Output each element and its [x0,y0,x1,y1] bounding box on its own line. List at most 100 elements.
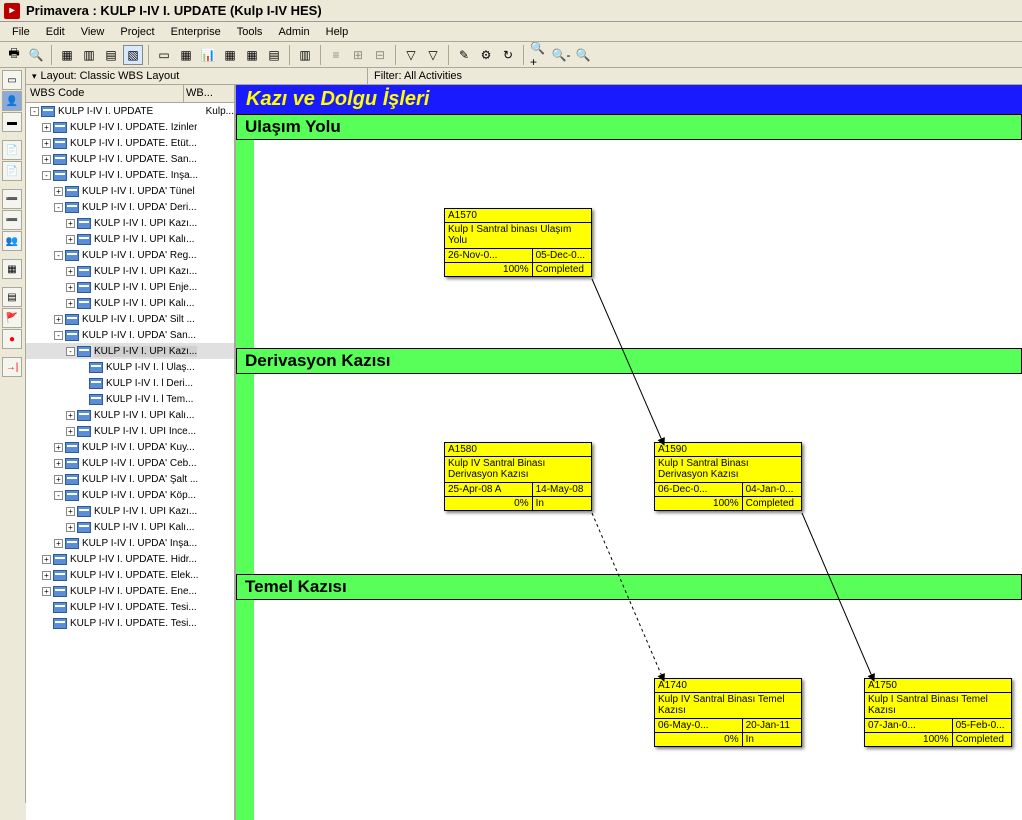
tree-row[interactable]: +KULP I-IV I. UPI Kalı... [26,407,234,423]
tree-row[interactable]: -KULP I-IV I. UPI Kazı... [26,343,234,359]
align3-icon[interactable]: ⊟ [370,45,390,65]
menu-file[interactable]: File [4,24,38,40]
expand-icon[interactable]: + [66,267,75,276]
tree-row[interactable]: +KULP I-IV I. UPI Kazı... [26,215,234,231]
layout3-icon[interactable]: ▤ [101,45,121,65]
tree-row[interactable]: +KULP I-IV I. UPDATE. Elek... [26,567,234,583]
tree-row[interactable]: +KULP I-IV I. UPDA' Şalt ... [26,471,234,487]
tree-row[interactable]: +KULP I-IV I. UPDA' Tünel [26,183,234,199]
tree-row[interactable]: -KULP I-IV I. UPDA' Reg... [26,247,234,263]
expand-icon[interactable]: + [66,283,75,292]
tree-row[interactable]: +KULP I-IV I. UPDATE. Ene... [26,583,234,599]
collapse-icon[interactable]: - [66,347,75,356]
tree-row[interactable]: KULP I-IV I. l Deri... [26,375,234,391]
side-btn-9[interactable]: ▦ [2,259,22,279]
activity-box[interactable]: A1590Kulp I Santral Binası Derivasyon Ka… [654,442,802,511]
expand-icon[interactable]: + [54,315,63,324]
network-diagram[interactable]: Kazı ve Dolgu İşleri Ulaşım YoluA1570Kul… [236,85,1022,820]
tree-row[interactable]: +KULP I-IV I. UPDATE. Hidr... [26,551,234,567]
tree-row[interactable]: KULP I-IV I. l Ulaş... [26,359,234,375]
tree-row[interactable]: +KULP I-IV I. UPI Kalı... [26,519,234,535]
layout2-icon[interactable]: ▥ [79,45,99,65]
filter-icon[interactable]: ▽ [401,45,421,65]
tree-row[interactable]: +KULP I-IV I. UPDATE. San... [26,151,234,167]
menu-admin[interactable]: Admin [270,24,317,40]
expand-icon[interactable]: + [54,459,63,468]
tree-row[interactable]: +KULP I-IV I. UPI Kalı... [26,231,234,247]
menu-tools[interactable]: Tools [229,24,271,40]
view3-icon[interactable]: ▦ [220,45,240,65]
view2-icon[interactable]: ▦ [176,45,196,65]
tool2-icon[interactable]: ⚙ [476,45,496,65]
layout4-icon[interactable]: ▧ [123,45,143,65]
view4-icon[interactable]: ▦ [242,45,262,65]
view5-icon[interactable]: ▤ [264,45,284,65]
expand-icon[interactable]: + [54,475,63,484]
chart-icon[interactable]: 📊 [198,45,218,65]
menu-project[interactable]: Project [112,24,162,40]
side-btn-1[interactable]: ▭ [2,70,22,90]
side-btn-2[interactable]: 👤 [2,91,22,111]
tree-row[interactable]: KULP I-IV I. UPDATE. Tesi... [26,599,234,615]
side-btn-5[interactable]: 📄 [2,161,22,181]
tree-row[interactable]: -KULP I-IV I. UPDA' Köp... [26,487,234,503]
activity-box[interactable]: A1580Kulp IV Santral Binası Derivasyon K… [444,442,592,511]
side-btn-8[interactable]: 👥 [2,231,22,251]
tree-row[interactable]: -KULP I-IV I. UPDA' Deri... [26,199,234,215]
expand-icon[interactable]: + [66,523,75,532]
side-btn-3[interactable]: ▬ [2,112,22,132]
menu-edit[interactable]: Edit [38,24,73,40]
tree-row[interactable]: +KULP I-IV I. UPDA' Silt ... [26,311,234,327]
view1-icon[interactable]: ▭ [154,45,174,65]
tree-row[interactable]: +KULP I-IV I. UPI Kazı... [26,503,234,519]
expand-icon[interactable]: + [42,139,51,148]
side-btn-10[interactable]: ▤ [2,287,22,307]
tool1-icon[interactable]: ✎ [454,45,474,65]
tree-row[interactable]: +KULP I-IV I. UPI Enje... [26,279,234,295]
expand-icon[interactable]: + [42,555,51,564]
expand-icon[interactable]: + [54,187,63,196]
tree-row[interactable]: +KULP I-IV I. UPDATE. İzinler [26,119,234,135]
layout1-icon[interactable]: ▦ [57,45,77,65]
collapse-icon[interactable]: - [30,107,39,116]
side-btn-6[interactable]: ➖ [2,189,22,209]
activity-box[interactable]: A1750Kulp I Santral Binası Temel Kazısı0… [864,678,1012,747]
side-btn-4[interactable]: 📄 [2,140,22,160]
side-btn-7[interactable]: ➖ [2,210,22,230]
zoom-fit-icon[interactable]: 🔍 [573,45,593,65]
preview-icon[interactable]: 🔍 [26,45,46,65]
expand-icon[interactable]: + [66,299,75,308]
tree-row[interactable]: +KULP I-IV I. UPI Kazı... [26,263,234,279]
layout-selector[interactable]: ▾ Layout: Classic WBS Layout [26,68,368,84]
wbs-tree[interactable]: -KULP I-IV I. UPDATEKulp...+KULP I-IV I.… [26,103,234,820]
tree-row[interactable]: -KULP I-IV I. UPDA' San... [26,327,234,343]
side-btn-11[interactable]: 🚩 [2,308,22,328]
side-btn-12[interactable]: ● [2,329,22,349]
tree-header-code[interactable]: WBS Code [26,85,184,102]
expand-icon[interactable]: + [66,507,75,516]
collapse-icon[interactable]: - [54,251,63,260]
zoom-in-icon[interactable]: 🔍+ [529,45,549,65]
filter-display[interactable]: Filter: All Activities [368,68,468,84]
align1-icon[interactable]: ≡ [326,45,346,65]
expand-icon[interactable]: + [66,427,75,436]
zoom-out-icon[interactable]: 🔍- [551,45,571,65]
menu-enterprise[interactable]: Enterprise [163,24,229,40]
tree-row[interactable]: KULP I-IV I. UPDATE. Tesi... [26,615,234,631]
expand-icon[interactable]: + [54,443,63,452]
expand-icon[interactable]: + [66,235,75,244]
side-btn-13[interactable]: →| [2,357,22,377]
tree-row[interactable]: +KULP I-IV I. UPDA' Kuy... [26,439,234,455]
collapse-icon[interactable]: - [54,203,63,212]
view6-icon[interactable]: ▥ [295,45,315,65]
tool3-icon[interactable]: ↻ [498,45,518,65]
tree-row[interactable]: +KULP I-IV I. UPDA' İnşa... [26,535,234,551]
activity-box[interactable]: A1740Kulp IV Santral Binası Temel Kazısı… [654,678,802,747]
align2-icon[interactable]: ⊞ [348,45,368,65]
filter2-icon[interactable]: ▽ [423,45,443,65]
expand-icon[interactable]: + [66,411,75,420]
expand-icon[interactable]: + [54,539,63,548]
print-icon[interactable]: 🖶 [4,45,24,65]
tree-row[interactable]: +KULP I-IV I. UPI Kalı... [26,295,234,311]
tree-row[interactable]: -KULP I-IV I. UPDATE. İnşa... [26,167,234,183]
